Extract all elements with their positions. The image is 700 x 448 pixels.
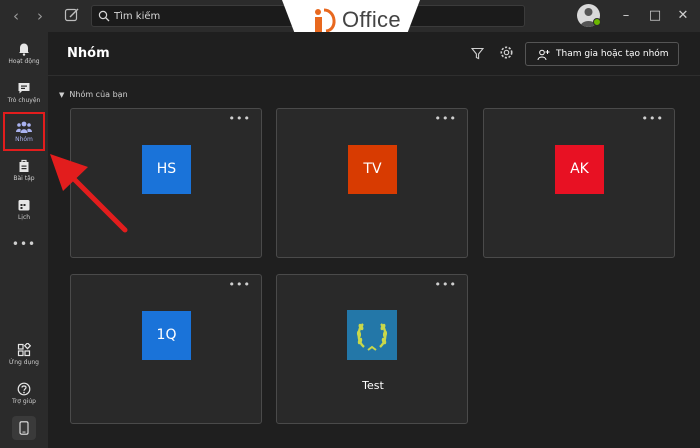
app-rail: Hoạt động Trò chuyện Nhóm Bài tập Lịch •… bbox=[0, 32, 48, 448]
team-avatar: AK bbox=[555, 145, 604, 194]
help-icon bbox=[17, 382, 31, 396]
more-options-icon[interactable]: ••• bbox=[435, 113, 457, 124]
maximize-button[interactable]: □ bbox=[645, 6, 665, 26]
apps-icon bbox=[17, 343, 31, 357]
rail-item-assignments[interactable]: Bài tập bbox=[0, 153, 48, 195]
team-card[interactable]: ••• TV bbox=[276, 108, 468, 258]
search-icon bbox=[98, 10, 110, 22]
rail-item-calendar[interactable]: Lịch bbox=[0, 192, 48, 234]
more-options-icon[interactable]: ••• bbox=[229, 113, 251, 124]
more-options-icon[interactable]: ••• bbox=[642, 113, 664, 124]
section-title: Nhóm của bạn bbox=[69, 90, 128, 99]
phone-icon bbox=[19, 421, 29, 435]
caret-down-icon: ▼ bbox=[59, 91, 65, 99]
people-add-icon bbox=[537, 49, 550, 61]
section-your-teams[interactable]: ▼ Nhóm của bạn bbox=[59, 90, 128, 99]
rail-label: Hoạt động bbox=[8, 58, 40, 65]
gear-icon[interactable] bbox=[499, 45, 514, 60]
close-button[interactable]: ✕ bbox=[673, 6, 693, 26]
back-button[interactable]: ‹ bbox=[8, 7, 24, 25]
rail-label: Ứng dụng bbox=[9, 359, 39, 366]
rail-item-activity[interactable]: Hoạt động bbox=[0, 36, 48, 78]
team-avatar: HS bbox=[142, 145, 191, 194]
join-or-create-team-button[interactable]: Tham gia hoặc tạo nhóm bbox=[525, 42, 679, 66]
teams-app: ‹ › – □ ✕ Office Hoạt động Trò bbox=[0, 0, 700, 448]
team-avatar: TV bbox=[348, 145, 397, 194]
compose-icon[interactable] bbox=[64, 7, 82, 25]
office-logo-icon bbox=[315, 8, 336, 33]
rail-item-help[interactable]: Trợ giúp bbox=[0, 376, 48, 418]
rail-label: Trợ giúp bbox=[12, 398, 36, 405]
team-card[interactable]: ••• AK bbox=[483, 108, 675, 258]
team-avatar: 1Q bbox=[142, 311, 191, 360]
calendar-icon bbox=[18, 200, 30, 211]
brand-text: Office bbox=[342, 7, 401, 32]
filter-icon[interactable] bbox=[471, 47, 484, 60]
team-avatar-image bbox=[347, 310, 397, 360]
teams-highlight-box bbox=[3, 112, 45, 151]
more-options-icon[interactable]: ••• bbox=[229, 279, 251, 290]
page-title: Nhóm bbox=[67, 46, 110, 61]
rail-more-button[interactable]: ••• bbox=[0, 237, 48, 251]
mobile-app-button[interactable] bbox=[12, 416, 36, 440]
rail-item-apps[interactable]: Ứng dụng bbox=[0, 337, 48, 379]
rail-label: Trò chuyện bbox=[7, 97, 41, 104]
team-card[interactable]: ••• Test bbox=[276, 274, 468, 424]
bell-icon bbox=[19, 43, 29, 56]
rail-item-chat[interactable]: Trò chuyện bbox=[0, 75, 48, 117]
team-card[interactable]: ••• 1Q bbox=[70, 274, 262, 424]
more-options-icon[interactable]: ••• bbox=[435, 279, 457, 290]
laurel-wreath-icon bbox=[356, 323, 388, 351]
minimize-button[interactable]: – bbox=[616, 6, 636, 26]
join-button-label: Tham gia hoặc tạo nhóm bbox=[556, 49, 669, 59]
main-content: Nhóm Tham gia hoặc tạo nhóm ▼ Nhóm của bạ… bbox=[48, 32, 700, 448]
rail-label: Bài tập bbox=[13, 175, 35, 182]
forward-button[interactable]: › bbox=[32, 7, 48, 25]
assignments-icon bbox=[19, 159, 29, 172]
team-name: Test bbox=[362, 379, 384, 392]
presence-indicator bbox=[593, 18, 601, 26]
rail-label: Lịch bbox=[17, 214, 31, 221]
chat-icon bbox=[18, 83, 30, 94]
page-header: Nhóm Tham gia hoặc tạo nhóm bbox=[48, 32, 700, 76]
team-card[interactable]: ••• HS bbox=[70, 108, 262, 258]
